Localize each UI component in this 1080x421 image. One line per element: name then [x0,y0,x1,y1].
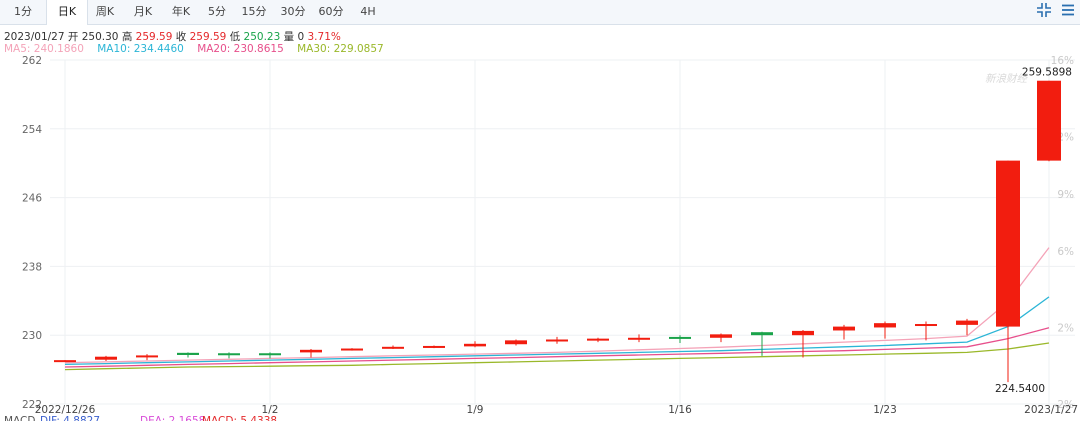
candle-body [546,339,568,342]
y-tick-label: 262 [22,55,42,67]
candlestick-chart[interactable]: 26225424623823022216%12%9%6%2%-2%新浪财经259… [0,0,1080,421]
y-tick-label: 246 [22,193,42,205]
x-tick-label: 2023/1/27 [1024,404,1078,416]
candle-body [95,356,117,360]
kline-widget: 1分 日K 周K 月K 年K 5分 15分 30分 60分 4H 2023/01… [0,0,1080,421]
candle-body [54,360,76,363]
candle-body [464,343,486,347]
candle-body [259,353,281,356]
candle-body [915,324,937,327]
pct-tick-label: 9% [1057,189,1074,201]
y-tick-label: 238 [22,261,42,273]
candle-body [587,338,609,341]
candle-body [874,323,896,328]
candle-body [792,330,814,336]
candle-body [669,336,691,339]
y-tick-label: 254 [22,124,42,136]
candle-body [382,346,404,349]
y-tick-label: 230 [22,330,42,342]
pct-tick-label: 2% [1057,323,1074,335]
low-price-annotation: 224.5400 [995,383,1045,395]
candle-body [1037,80,1061,161]
candle-body [136,355,158,358]
candle-body [628,337,650,340]
candle-body [423,345,445,348]
candle-body [341,348,363,351]
high-price-annotation: 259.5898 [1022,67,1072,79]
candle-body [218,353,240,356]
x-tick-label: 1/9 [467,404,484,416]
candle-body [505,340,527,345]
candle-body [710,334,732,338]
x-tick-label: 1/16 [668,404,692,416]
x-tick-label: 1/23 [873,404,897,416]
candle-body [177,352,199,355]
candle-body [751,332,773,336]
candle-body [996,160,1020,327]
macd-legend-item: MACD [4,415,35,421]
pct-tick-label: 6% [1057,246,1074,258]
macd-legend-item: DIF: 4.8827 [40,415,100,421]
pct-tick-label: 16% [1051,55,1074,67]
macd-legend-item: MACD: 5.4338 [202,415,277,421]
macd-legend-item: DEA: 2.1658 [140,415,205,421]
candle-body [956,320,978,325]
candle-body [300,349,322,353]
candle-body [833,326,855,331]
